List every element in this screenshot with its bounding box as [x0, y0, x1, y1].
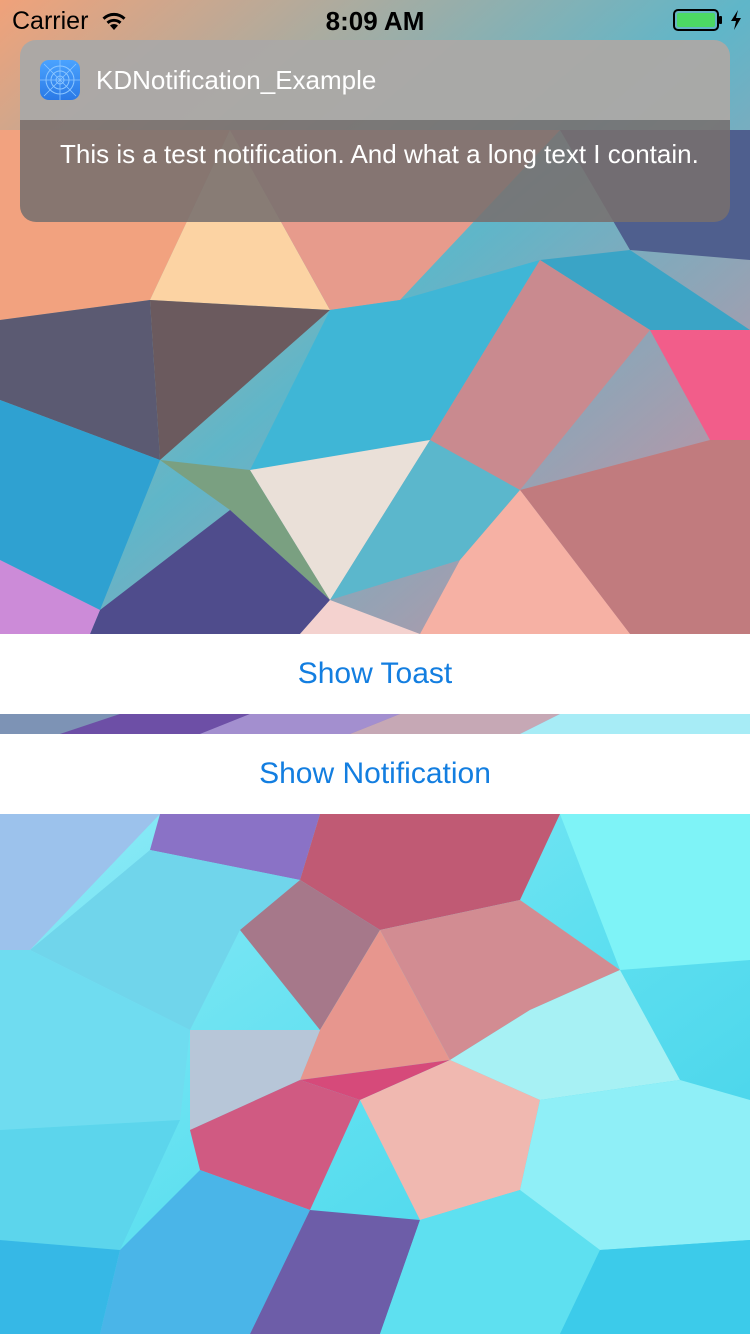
notification-banner[interactable]: KDNotification_Example This is a test no… [20, 40, 730, 222]
show-notification-label: Show Notification [259, 757, 491, 790]
show-toast-label: Show Toast [297, 657, 453, 690]
notification-header: KDNotification_Example [20, 40, 730, 120]
app-screen: Carrier 8:09 AM Show Toast Show Notifica… [0, 0, 750, 1334]
status-time: 8:09 AM [325, 6, 425, 36]
notification-app-name: KDNotification_Example [96, 65, 377, 95]
charging-bolt-icon [731, 10, 741, 30]
notification-message: This is a test notification. And what a … [60, 139, 699, 169]
battery-icon [673, 9, 722, 31]
status-bar: Carrier 8:09 AM [0, 0, 750, 40]
show-notification-button[interactable]: Show Notification [0, 734, 750, 814]
show-toast-button[interactable]: Show Toast [0, 634, 750, 714]
app-icon [40, 60, 80, 100]
notification-body: This is a test notification. And what a … [20, 120, 730, 222]
